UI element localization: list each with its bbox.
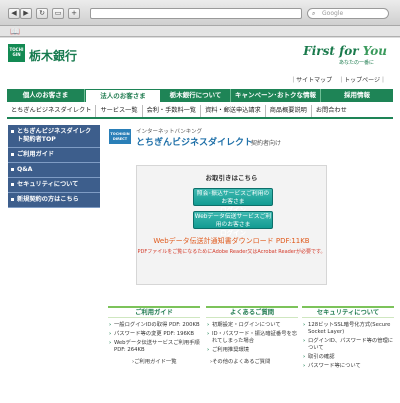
sub-nav: とちぎんビジネスダイレクト サービス一覧 会利・手数料一覧 資料・郵送申込請求 … [7, 105, 393, 119]
browser-toolbar: ◀ ▶ ↻ ▭ + ⌕ Google [0, 0, 400, 26]
forward-button[interactable]: ▶ [20, 8, 32, 19]
list-item[interactable]: 128ビットSSL暗号化方式(Secure Socket Layer) [302, 322, 394, 336]
sitemap-link[interactable]: ｜サイトマップ [290, 77, 332, 84]
guide-column-title: ご利用ガイド [108, 306, 200, 318]
slogan-sub: あなたの一番に [338, 60, 374, 66]
subnav-materials[interactable]: 資料・郵送申込請求 [201, 105, 266, 117]
page-subtitle: 契約者向け [251, 140, 282, 147]
nav-corporate[interactable]: 法人のお客さま [85, 89, 161, 102]
faq-more-link[interactable]: ›その他のよくあるご質問 [206, 357, 298, 365]
inquiry-transfer-login-button[interactable]: 照会･振込サービスご利用のお客さま ログイン [193, 188, 273, 214]
login-heading: お取引きはこちら [205, 174, 258, 182]
address-bar[interactable] [90, 8, 302, 19]
list-item[interactable]: パスワード等の変更 PDF: 196KB [108, 331, 200, 338]
security-column-title: セキュリティについて [302, 306, 394, 318]
inquiry-transfer-login-caption: 照会･振込サービスご利用のお客さま [196, 191, 270, 205]
list-item[interactable]: ID・パスワード・振込暗証番号を忘れてしまった場合 [206, 331, 298, 345]
main-nav: 個人のお客さま 法人のお客さま 栃木銀行について キャンペーン･おトクな情報 採… [7, 89, 393, 102]
web-data-login-button[interactable]: Webデータ伝送サービスご利用のお客さま ログイン [193, 211, 273, 237]
ib-label: インターネットバンキング [136, 129, 203, 135]
back-button[interactable]: ◀ [8, 8, 20, 19]
sidebar-item-guide[interactable]: ご利用ガイド [8, 148, 100, 163]
slogan-you: You [362, 44, 387, 58]
list-item[interactable]: 取引の確認 [302, 354, 394, 361]
sidebar-item-qa[interactable]: Q&A [8, 163, 100, 178]
nav-personal[interactable]: 個人のお客さま [7, 89, 85, 102]
search-placeholder: Google [322, 10, 344, 17]
bookmarks-icon[interactable]: 📖 [10, 27, 20, 36]
list-item[interactable]: パスワード等について [302, 363, 394, 370]
bank-name[interactable]: 栃木銀行 [29, 47, 77, 64]
security-column: セキュリティについて 128ビットSSL暗号化方式(Secure Socket … [302, 306, 394, 372]
toppage-link[interactable]: ｜トップページ｜ [338, 77, 386, 84]
web-data-login-caption: Webデータ伝送サービスご利用のお客さま [194, 214, 272, 228]
faq-column-title: よくあるご質問 [206, 306, 298, 318]
list-item[interactable]: ログインID、パスワード等の管理について [302, 338, 394, 352]
login-box: お取引きはこちら 照会･振込サービスご利用のお客さま ログイン Webデータ伝送… [136, 165, 327, 285]
subnav-product-overview[interactable]: 商品概要説明 [266, 105, 312, 117]
list-item[interactable]: Webデータ伝送サービスご利用手順 PDF: 264KB [108, 340, 200, 354]
subnav-services[interactable]: サービス一覧 [96, 105, 143, 117]
nav-recruit[interactable]: 採用情報 [321, 89, 393, 102]
notice-download-link[interactable]: Webデータ伝送計通知書ダウンロード PDF:11KB [137, 236, 326, 246]
guide-more-link[interactable]: ›ご利用ガイド一覧 [108, 357, 200, 365]
list-item[interactable]: 初期設定・ログインについて [206, 322, 298, 329]
slogan: First for You [303, 44, 387, 58]
page-title: とちぎんビジネスダイレクト [136, 138, 254, 148]
direct-logo-icon: TOCHIGIN DIRECT [109, 129, 131, 144]
pdf-note: PDFファイルをご覧になるためにAdobe Reader又はAcrobat Re… [137, 249, 326, 255]
nav-campaign[interactable]: キャンペーン･おトクな情報 [231, 89, 321, 102]
sidebar-item-new-contract[interactable]: 新規契約の方はこちら [8, 193, 100, 208]
list-item[interactable]: ご利用推奨環境 [206, 347, 298, 354]
sidebar-item-contract-top[interactable]: とちぎんビジネスダイレクト契約者TOP [8, 125, 100, 148]
subnav-business-direct[interactable]: とちぎんビジネスダイレクト [7, 105, 97, 117]
tochigin-logo-icon[interactable]: TOCHI GIN [8, 44, 25, 62]
tab-view-button[interactable]: ▭ [52, 8, 64, 19]
list-item[interactable]: 一般ログインIDの取得 PDF: 200KB [108, 322, 200, 329]
search-field[interactable]: ⌕ Google [307, 8, 389, 19]
sidebar: とちぎんビジネスダイレクト契約者TOP ご利用ガイド Q&A セキュリティについ… [8, 125, 100, 208]
search-icon: ⌕ [312, 10, 316, 17]
guide-column: ご利用ガイド 一般ログインIDの取得 PDF: 200KB パスワード等の変更 … [108, 306, 200, 365]
top-links: ｜サイトマップ ｜トップページ｜ [284, 75, 386, 84]
nav-about[interactable]: 栃木銀行について [161, 89, 231, 102]
web-page: TOCHI GIN 栃木銀行 First for You あなたの一番に ｜サイ… [0, 38, 400, 403]
reload-button[interactable]: ↻ [36, 8, 48, 19]
subnav-contact[interactable]: お問合わせ [312, 105, 351, 117]
sidebar-item-security[interactable]: セキュリティについて [8, 178, 100, 193]
faq-column: よくあるご質問 初期設定・ログインについて ID・パスワード・振込暗証番号を忘れ… [206, 306, 298, 365]
bookmarks-bar: 📖 [0, 26, 400, 37]
slogan-first: First for [303, 44, 363, 58]
subnav-fees[interactable]: 会利・手数料一覧 [143, 105, 202, 117]
add-tab-button[interactable]: + [68, 8, 80, 19]
